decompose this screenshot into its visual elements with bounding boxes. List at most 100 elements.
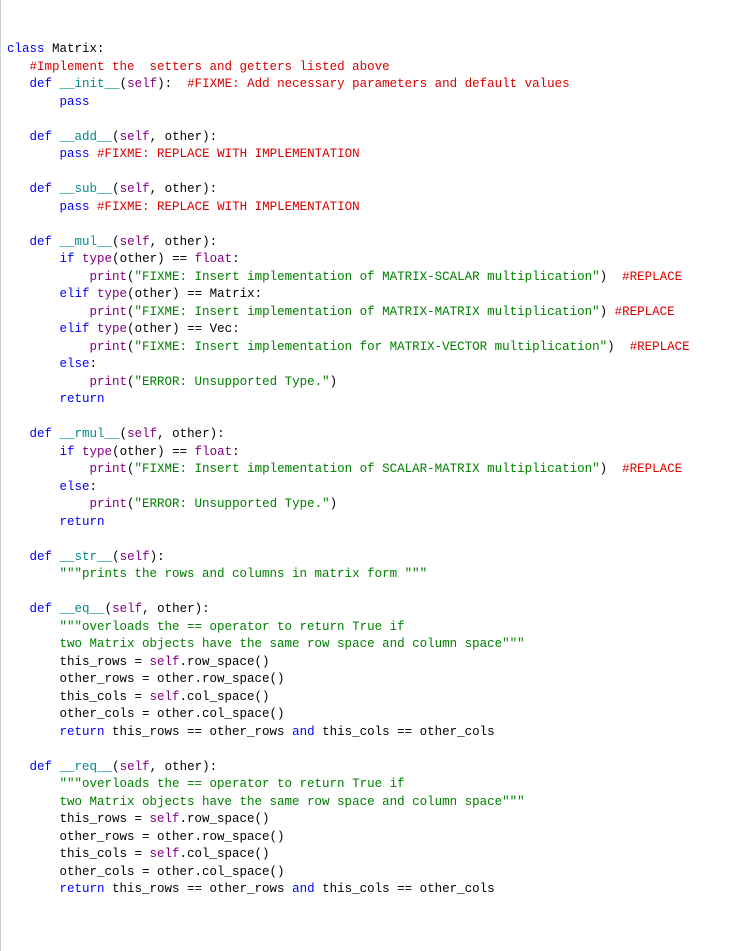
code-token — [7, 375, 90, 389]
code-token: def — [30, 550, 53, 564]
code-token: print — [90, 270, 128, 284]
code-token: , other): — [150, 235, 218, 249]
code-token: self — [150, 690, 180, 704]
code-token: other_rows = other.row_space() — [7, 830, 285, 844]
code-token: self — [120, 550, 150, 564]
code-token: ( — [105, 602, 113, 616]
code-token: this_cols = — [7, 847, 150, 861]
code-token: type — [97, 287, 127, 301]
code-line: this_cols = self.col_space() — [7, 689, 756, 707]
code-line: print("FIXME: Insert implementation of S… — [7, 461, 756, 479]
code-token: "FIXME: Insert implementation for MATRIX… — [135, 340, 608, 354]
code-token: ): — [150, 550, 165, 564]
code-token: ( — [112, 550, 120, 564]
code-token: if — [60, 252, 75, 266]
code-line — [7, 164, 756, 182]
code-token: self — [120, 182, 150, 196]
python-code-block: class Matrix: #Implement the setters and… — [7, 41, 756, 899]
code-line: elif type(other) == Matrix: — [7, 286, 756, 304]
code-token: __rmul__ — [60, 427, 120, 441]
code-token: #Implement the setters and getters liste… — [30, 60, 390, 74]
code-token — [7, 95, 60, 109]
code-line — [7, 741, 756, 759]
code-token — [7, 480, 60, 494]
code-line: this_cols = self.col_space() — [7, 846, 756, 864]
code-token: ( — [127, 305, 135, 319]
code-line: other_cols = other.col_space() — [7, 706, 756, 724]
code-token: ( — [127, 270, 135, 284]
code-token: """overloads the == operator to return T… — [60, 777, 405, 791]
code-line: pass #FIXME: REPLACE WITH IMPLEMENTATION — [7, 199, 756, 217]
code-token — [52, 77, 60, 91]
code-token: .row_space() — [180, 655, 270, 669]
code-line: def __init__(self): #FIXME: Add necessar… — [7, 76, 756, 94]
code-token — [90, 287, 98, 301]
code-token — [52, 130, 60, 144]
code-line: #Implement the setters and getters liste… — [7, 59, 756, 77]
code-token — [7, 252, 60, 266]
code-line: print("FIXME: Insert implementation of M… — [7, 304, 756, 322]
code-token: self — [120, 760, 150, 774]
code-token — [7, 182, 30, 196]
code-token: ( — [127, 340, 135, 354]
code-token: ( — [127, 375, 135, 389]
code-token: return — [60, 725, 105, 739]
code-token: and — [292, 725, 315, 739]
code-token: self — [150, 847, 180, 861]
code-token: ( — [120, 77, 128, 91]
code-token: "FIXME: Insert implementation of MATRIX-… — [135, 270, 600, 284]
code-line: return this_rows == other_rows and this_… — [7, 881, 756, 899]
code-token: __init__ — [60, 77, 120, 91]
code-token — [7, 392, 60, 406]
code-token: other_cols = other.col_space() — [7, 865, 285, 879]
code-token: other_cols = other.col_space() — [7, 707, 285, 721]
code-token — [7, 112, 15, 126]
code-token: return — [60, 882, 105, 896]
code-token: else — [60, 480, 90, 494]
code-token — [7, 217, 15, 231]
code-token: #REPLACE — [630, 340, 690, 354]
code-token: ) — [600, 270, 623, 284]
code-token: if — [60, 445, 75, 459]
code-token — [7, 637, 60, 651]
code-token: two Matrix objects have the same row spa… — [60, 637, 525, 651]
code-token: this_cols = — [7, 690, 150, 704]
code-token — [7, 147, 60, 161]
code-line: """overloads the == operator to return T… — [7, 776, 756, 794]
code-token: __sub__ — [60, 182, 113, 196]
code-token: this_rows == other_rows — [105, 725, 293, 739]
code-token — [75, 252, 83, 266]
code-token: "FIXME: Insert implementation of SCALAR-… — [135, 462, 600, 476]
code-token: , other): — [150, 182, 218, 196]
code-token: "FIXME: Insert implementation of MATRIX-… — [135, 305, 600, 319]
code-line: return this_rows == other_rows and this_… — [7, 724, 756, 742]
code-token: : — [90, 357, 98, 371]
code-line: elif type(other) == Vec: — [7, 321, 756, 339]
code-token: this_rows == other_rows — [105, 882, 293, 896]
code-token — [7, 165, 15, 179]
code-token: , other): — [157, 427, 225, 441]
code-token — [52, 235, 60, 249]
code-token: self — [120, 130, 150, 144]
code-token: ) — [600, 305, 615, 319]
code-token — [90, 200, 98, 214]
code-token: Matrix: — [45, 42, 105, 56]
code-token — [7, 760, 30, 774]
code-token: def — [30, 235, 53, 249]
code-line: two Matrix objects have the same row spa… — [7, 794, 756, 812]
code-line: """overloads the == operator to return T… — [7, 619, 756, 637]
code-line — [7, 409, 756, 427]
code-token: , other): — [142, 602, 210, 616]
code-line: other_cols = other.col_space() — [7, 864, 756, 882]
code-token: and — [292, 882, 315, 896]
code-token: #FIXME: Add necessary parameters and def… — [187, 77, 570, 91]
code-token: self — [127, 427, 157, 441]
code-token: def — [30, 760, 53, 774]
code-token: ) — [330, 375, 338, 389]
code-token: ) — [607, 340, 630, 354]
code-token: self — [112, 602, 142, 616]
code-token — [7, 340, 90, 354]
code-token — [7, 445, 60, 459]
code-token — [7, 532, 15, 546]
code-token: """prints the rows and columns in matrix… — [60, 567, 428, 581]
